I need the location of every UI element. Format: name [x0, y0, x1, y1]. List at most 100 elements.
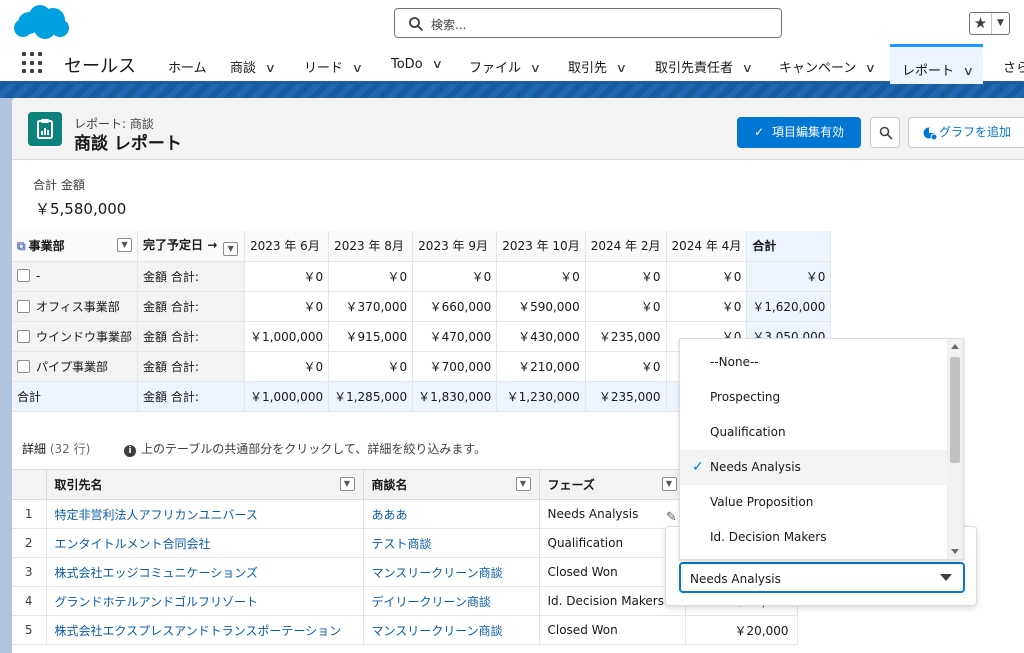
matrix-cell[interactable]: ￥1,830,000 [412, 381, 498, 412]
matrix-cell[interactable]: ￥0 [328, 351, 414, 382]
matrix-cell[interactable]: ￥0 [412, 261, 498, 292]
matrix-cell[interactable]: ￥0 [666, 291, 748, 322]
row-checkbox[interactable] [17, 329, 30, 343]
chevron-down-icon[interactable]: ∨ [431, 57, 442, 71]
global-search-input[interactable]: 検索... [394, 8, 782, 38]
add-chart-button[interactable]: グラフを追加 [908, 117, 1024, 148]
matrix-group-header[interactable]: ⧉ 事業部 ▼ [12, 231, 139, 262]
nav-item-files[interactable]: ファイル ∨ [469, 57, 541, 76]
picklist-option[interactable]: Prospecting [680, 380, 948, 415]
chevron-down-icon[interactable]: ∨ [352, 61, 363, 75]
chevron-down-icon[interactable]: ∨ [616, 61, 627, 75]
chevron-down-icon[interactable]: ∨ [530, 61, 541, 75]
matrix-cell[interactable]: ￥0 [496, 261, 586, 292]
opportunity-link[interactable]: マンスリークリーン商談 [363, 557, 540, 587]
matrix-cell[interactable]: ￥0 [666, 261, 748, 292]
matrix-row-label[interactable]: パイプ事業部 [12, 351, 139, 382]
matrix-cell[interactable]: ￥430,000 [496, 321, 586, 352]
matrix-cell[interactable]: ￥660,000 [412, 291, 498, 322]
column-header-account[interactable]: 取引先名 ▼ [46, 469, 364, 500]
phase-cell[interactable]: Id. Decision Makers [539, 586, 686, 616]
nav-item-todo[interactable]: ToDo ∨ [391, 57, 443, 72]
phase-cell[interactable]: Needs Analysis [539, 499, 686, 529]
row-checkbox[interactable] [17, 359, 30, 373]
app-launcher-icon[interactable] [22, 52, 44, 74]
matrix-cell[interactable]: ￥1,000,000 [244, 381, 330, 412]
chevron-down-icon[interactable]: ∨ [265, 61, 276, 75]
opportunity-link[interactable]: あああ [363, 499, 540, 529]
search-report-button[interactable] [870, 117, 900, 148]
phase-select[interactable]: Needs Analysis [679, 562, 965, 593]
matrix-row-total[interactable]: ￥1,620,000 [746, 291, 832, 322]
chevron-down-icon[interactable]: ▼ [339, 477, 355, 491]
matrix-cell[interactable]: ￥470,000 [412, 321, 498, 352]
matrix-cell[interactable]: ￥235,000 [585, 321, 667, 352]
matrix-cell[interactable]: ￥0 [585, 351, 667, 382]
phase-cell[interactable]: Qualification [539, 528, 686, 558]
nav-item-campaigns[interactable]: キャンペーン ∨ [779, 57, 876, 76]
chevron-down-icon[interactable]: ▼ [117, 238, 133, 253]
matrix-cell[interactable]: ￥590,000 [496, 291, 586, 322]
row-checkbox[interactable] [17, 269, 30, 282]
matrix-cell[interactable]: ￥915,000 [328, 321, 414, 352]
picklist-option[interactable]: Qualification [680, 415, 948, 450]
matrix-cell[interactable]: ￥0 [244, 261, 330, 292]
picklist-option[interactable]: Id. Decision Makers [680, 520, 948, 555]
account-link[interactable]: グランドホテルアンドゴルフリゾート [46, 586, 364, 616]
salesforce-cloud-logo[interactable] [12, 4, 70, 42]
chevron-down-icon[interactable]: ∨ [963, 64, 974, 78]
opportunity-link[interactable]: テスト商談 [363, 528, 540, 558]
account-link[interactable]: エンタイトルメント合同会社 [46, 528, 364, 558]
chevron-down-icon[interactable]: ∨ [865, 61, 876, 75]
nav-item-contacts[interactable]: 取引先責任者 ∨ [655, 57, 753, 76]
opportunity-link[interactable]: マンスリークリーン商談 [363, 615, 540, 645]
matrix-row-label[interactable]: オフィス事業部 [12, 291, 139, 322]
column-header-opportunity[interactable]: 商談名 ▼ [363, 469, 540, 500]
row-checkbox[interactable] [17, 299, 30, 313]
matrix-date-header[interactable]: 完了予定日 → ▼ [137, 231, 246, 262]
nav-item-accounts[interactable]: 取引先 ∨ [568, 57, 627, 76]
scroll-down-icon[interactable] [951, 549, 959, 554]
amount-cell[interactable]: ￥20,000 [685, 615, 798, 645]
star-icon[interactable]: ★ [970, 13, 992, 34]
opportunity-link[interactable]: デイリークリーン商談 [363, 586, 540, 616]
scroll-up-icon[interactable] [951, 344, 959, 349]
pencil-icon[interactable]: ✎ [666, 510, 677, 525]
matrix-cell[interactable]: ￥370,000 [328, 291, 414, 322]
nav-item-leads[interactable]: リード ∨ [304, 57, 363, 76]
matrix-cell[interactable]: ￥0 [244, 351, 330, 382]
phase-cell[interactable]: Closed Won [539, 615, 686, 645]
matrix-cell[interactable]: ￥0 [585, 261, 667, 292]
account-link[interactable]: 特定非営利法人アフリカンユニバース [46, 499, 364, 529]
favorites-button[interactable]: ★ ▼ [969, 12, 1010, 35]
enable-field-edit-button[interactable]: ✓ 項目編集有効 [737, 117, 861, 148]
chevron-down-icon[interactable]: ▼ [661, 477, 677, 491]
account-link[interactable]: 株式会社エクスプレスアンドトランスポーテーション [46, 615, 364, 645]
matrix-row-label[interactable]: ウインドウ事業部 [12, 321, 139, 352]
matrix-cell[interactable]: ￥1,230,000 [496, 381, 586, 412]
column-header-phase[interactable]: フェーズ ▼ [539, 469, 686, 500]
picklist-option[interactable]: Value Proposition [680, 485, 948, 520]
matrix-row-total[interactable]: ￥0 [746, 261, 832, 292]
matrix-row-label[interactable]: - [12, 261, 139, 292]
chevron-down-icon[interactable]: ▼ [515, 477, 531, 491]
matrix-cell[interactable]: ￥235,000 [585, 381, 667, 412]
matrix-cell[interactable]: ￥0 [244, 291, 330, 322]
matrix-cell[interactable]: ￥210,000 [496, 351, 586, 382]
account-link[interactable]: 株式会社エッジコミュニケーションズ [46, 557, 364, 587]
picklist-scrollbar[interactable] [947, 339, 963, 559]
matrix-cell[interactable]: ￥700,000 [412, 351, 498, 382]
nav-item-more[interactable]: さら [1003, 57, 1024, 76]
chevron-down-icon[interactable]: ▼ [992, 13, 1009, 34]
matrix-cell[interactable]: ￥1,285,000 [328, 381, 414, 412]
matrix-cell[interactable]: ￥0 [328, 261, 414, 292]
chevron-down-icon[interactable]: ▼ [223, 241, 239, 256]
nav-item-reports[interactable]: レポート ∨ [890, 44, 983, 84]
matrix-cell[interactable]: ￥1,000,000 [244, 321, 330, 352]
chevron-down-icon[interactable] [940, 574, 952, 581]
picklist-option[interactable]: --None-- [680, 345, 948, 380]
picklist-option-selected[interactable]: ✓ Needs Analysis [680, 450, 948, 485]
nav-item-home[interactable]: ホーム [168, 57, 207, 76]
chevron-down-icon[interactable]: ∨ [742, 61, 753, 75]
matrix-cell[interactable]: ￥0 [585, 291, 667, 322]
